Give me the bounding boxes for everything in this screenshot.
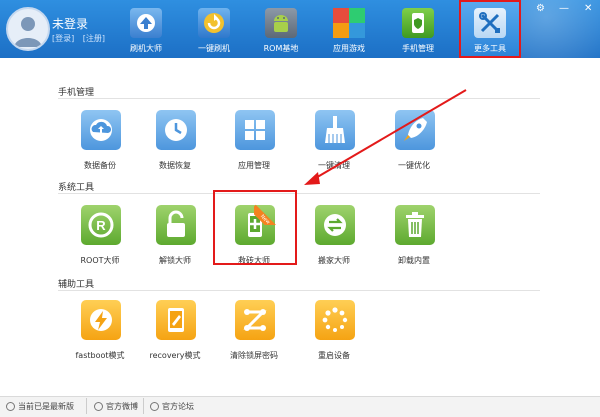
forum-icon xyxy=(150,402,159,411)
footer-divider xyxy=(143,398,144,414)
status-bar xyxy=(0,396,600,417)
weibo-icon xyxy=(94,402,103,411)
info-icon xyxy=(6,402,15,411)
update-status: 当前已是最新版 xyxy=(6,401,74,412)
weibo-link-text: 官方微博 xyxy=(106,402,138,411)
update-status-text: 当前已是最新版 xyxy=(18,402,74,411)
official-forum-link[interactable]: 官方论坛 xyxy=(150,401,194,412)
footer-divider xyxy=(86,398,87,414)
annotation-arrow xyxy=(304,89,467,185)
official-weibo-link[interactable]: 官方微博 xyxy=(94,401,138,412)
forum-link-text: 官方论坛 xyxy=(162,402,194,411)
